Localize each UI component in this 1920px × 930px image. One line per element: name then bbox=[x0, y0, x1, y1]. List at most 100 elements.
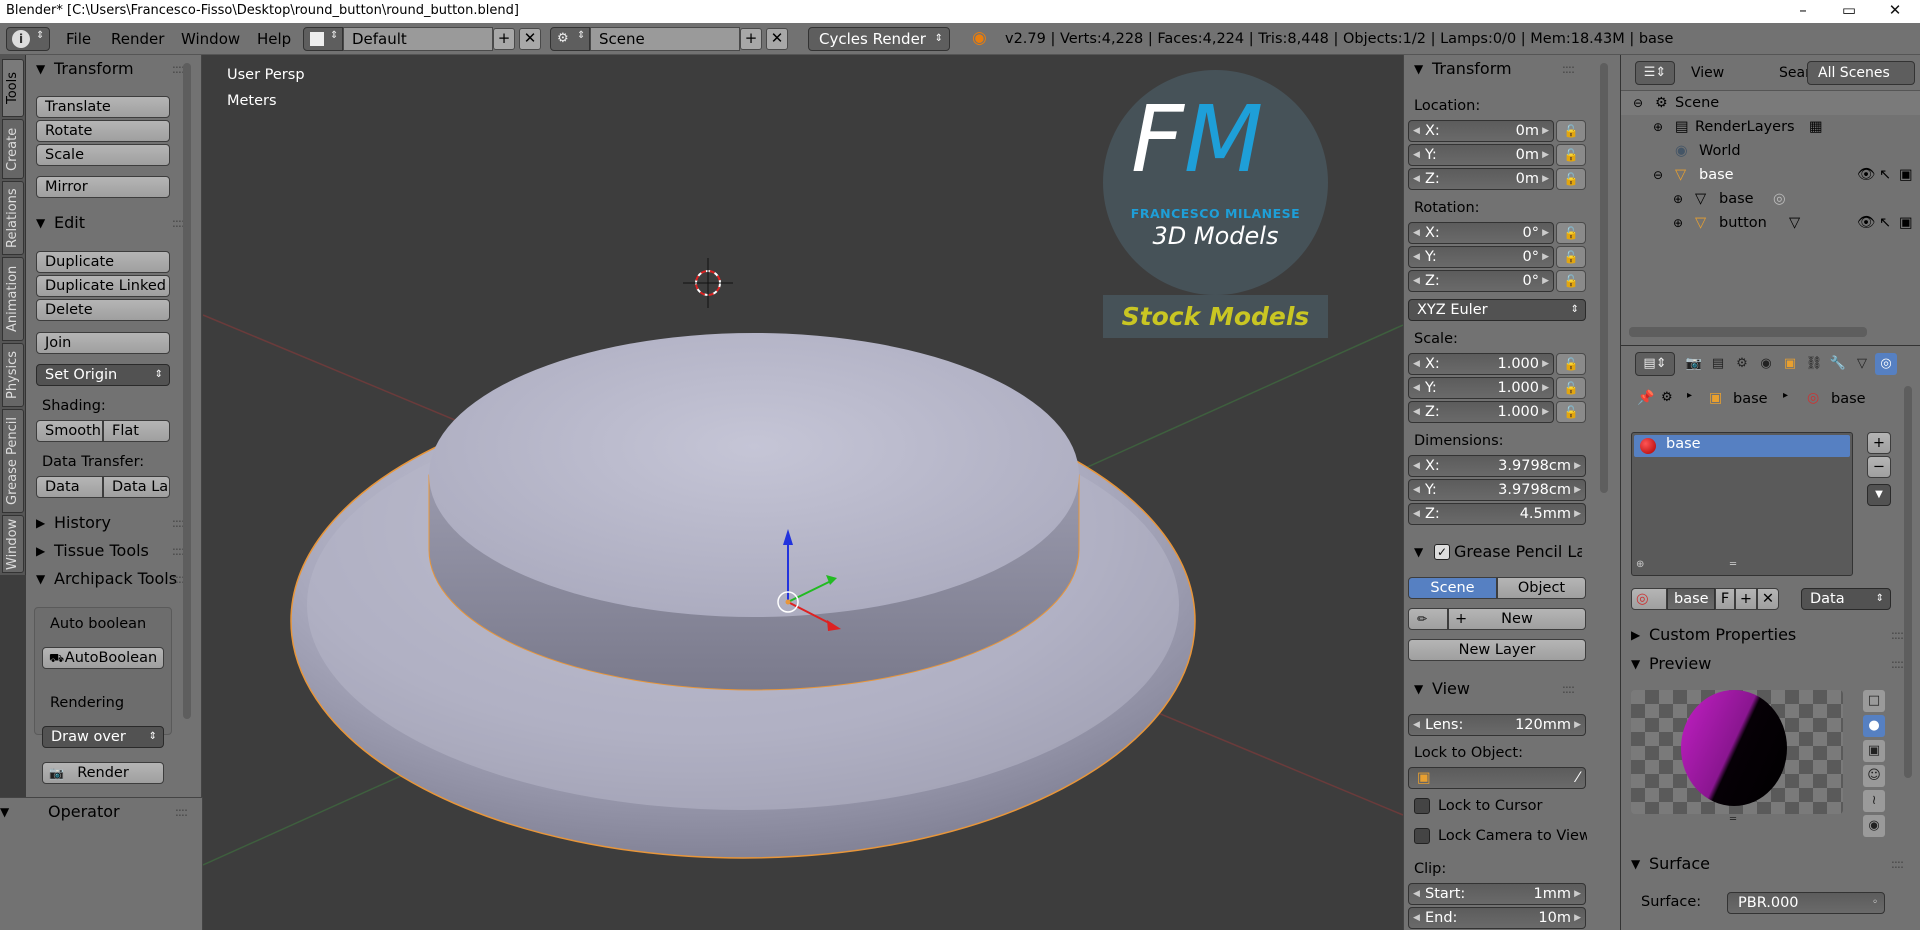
outliner-row-renderlayers[interactable]: ⊕ ▤ RenderLayers ▦ bbox=[1621, 115, 1920, 139]
lock-icon[interactable]: 🔓 bbox=[1556, 270, 1586, 292]
scene-tab-icon[interactable]: ⚙ bbox=[1731, 353, 1753, 375]
grease-pencil-checkbox[interactable]: ✓ bbox=[1434, 544, 1450, 560]
layout-browse-button[interactable]: ⇕ bbox=[303, 27, 343, 51]
transform-panel-header[interactable]: ▼ Transform:::: bbox=[26, 57, 192, 81]
render-camera-icon[interactable]: ▣ bbox=[1899, 163, 1913, 187]
outliner-row-scene[interactable]: ⊖ ⚙ Scene bbox=[1621, 91, 1920, 115]
preview-resize-grip-icon[interactable]: ═ bbox=[1713, 814, 1753, 825]
eye-icon[interactable]: 👁 bbox=[1857, 163, 1875, 187]
maximize-button[interactable]: ▭ bbox=[1826, 0, 1872, 23]
tab-grease-pencil[interactable]: Grease Pencil bbox=[2, 409, 24, 513]
drag-grip-icon[interactable]: :::: bbox=[1562, 57, 1575, 81]
smooth-button[interactable]: Smooth bbox=[36, 420, 103, 442]
scale-x-field[interactable]: ◀ X: 1.000 ▶ bbox=[1408, 353, 1554, 375]
material-tab-icon[interactable]: ◎ bbox=[1875, 353, 1897, 375]
hair-preview-icon[interactable]: ≀ bbox=[1863, 790, 1885, 812]
drag-grip-icon[interactable]: :::: bbox=[1891, 852, 1904, 876]
props-scrollbar[interactable] bbox=[1904, 386, 1912, 778]
rotation-x-field[interactable]: ◀ X: 0° ▶ bbox=[1408, 222, 1554, 244]
material-slot-list[interactable]: base ⊕ ═ bbox=[1631, 432, 1853, 576]
scale-z-field[interactable]: ◀ Z: 1.000 ▶ bbox=[1408, 401, 1554, 423]
fake-user-button[interactable]: F bbox=[1715, 588, 1735, 610]
rotation-z-field[interactable]: ◀ Z: 0° ▶ bbox=[1408, 270, 1554, 292]
archipack-panel-header[interactable]: ▼ Archipack Tools:::: bbox=[26, 567, 192, 591]
draw-over-dropdown[interactable]: Draw over ⇕ bbox=[42, 726, 164, 748]
eyedropper-icon[interactable]: ⁄ bbox=[1577, 768, 1579, 788]
link-dropdown[interactable]: Data ⇕ bbox=[1801, 588, 1891, 610]
render-camera-icon[interactable]: ▣ bbox=[1899, 211, 1913, 235]
flat-preview-icon[interactable]: □ bbox=[1863, 690, 1885, 712]
minimize-button[interactable]: – bbox=[1780, 0, 1826, 23]
collapse-icon[interactable]: ⊖ bbox=[1653, 163, 1663, 187]
eye-icon[interactable]: 👁 bbox=[1857, 211, 1875, 235]
node-link-icon[interactable]: ◦ bbox=[1872, 893, 1878, 913]
grease-pencil-header[interactable]: ▼ ✓Grease Pencil Layer bbox=[1404, 540, 1582, 564]
scene-name-field[interactable]: Scene bbox=[590, 27, 740, 51]
mirror-button[interactable]: Mirror bbox=[36, 176, 170, 198]
modifiers-tab-icon[interactable]: 🔧 bbox=[1827, 353, 1849, 375]
drag-grip-icon[interactable]: :::: bbox=[175, 800, 188, 824]
gp-scene-toggle[interactable]: Scene bbox=[1408, 577, 1497, 599]
delete-button[interactable]: Delete bbox=[36, 299, 170, 321]
new-material-button[interactable]: + bbox=[1735, 588, 1757, 610]
button-mesh-top[interactable] bbox=[429, 333, 1079, 617]
rotate-button[interactable]: Rotate bbox=[36, 120, 170, 142]
layout-name-field[interactable]: Default bbox=[343, 27, 493, 51]
3d-viewport[interactable]: User Persp Meters FM FM FRANCESCO MILANE… bbox=[203, 55, 1403, 930]
lock-icon[interactable]: 🔓 bbox=[1556, 222, 1586, 244]
render-tab-icon[interactable]: 📷 bbox=[1683, 353, 1705, 375]
duplicate-linked-button[interactable]: Duplicate Linked bbox=[36, 275, 170, 297]
data-button[interactable]: Data bbox=[36, 476, 103, 498]
drag-grip-icon[interactable]: :::: bbox=[1891, 623, 1904, 647]
scene-browse-button[interactable]: ⚙ ⇕ bbox=[550, 27, 590, 51]
lock-camera-checkbox[interactable] bbox=[1414, 828, 1430, 844]
tab-physics[interactable]: Physics bbox=[2, 343, 24, 407]
gp-object-toggle[interactable]: Object bbox=[1497, 577, 1586, 599]
lock-icon[interactable]: 🔓 bbox=[1556, 246, 1586, 268]
clip-end-field[interactable]: ◀ End: 10m ▶ bbox=[1408, 907, 1586, 929]
tab-window[interactable]: Window bbox=[2, 515, 24, 573]
data-tab-icon[interactable]: ▽ bbox=[1851, 353, 1873, 375]
history-panel-header[interactable]: ▶ History:::: bbox=[26, 511, 192, 535]
pin-icon[interactable]: 📌 bbox=[1637, 390, 1654, 406]
cursor-select-icon[interactable]: ↖ bbox=[1879, 211, 1891, 235]
menu-file[interactable]: File bbox=[66, 23, 91, 55]
lock-icon[interactable]: 🔓 bbox=[1556, 120, 1586, 142]
surface-shader-field[interactable]: PBR.000 ◦ bbox=[1727, 892, 1885, 914]
preview-header[interactable]: ▼ Preview:::: bbox=[1621, 652, 1911, 676]
tab-relations[interactable]: Relations bbox=[2, 181, 24, 255]
n-panel-scrollbar[interactable] bbox=[1600, 63, 1608, 493]
cursor-select-icon[interactable]: ↖ bbox=[1879, 163, 1891, 187]
menu-window[interactable]: Window bbox=[181, 23, 240, 55]
gp-new-layer-button[interactable]: New Layer bbox=[1408, 639, 1586, 661]
add-slot-button[interactable]: + bbox=[1867, 432, 1891, 454]
duplicate-button[interactable]: Duplicate bbox=[36, 251, 170, 273]
dimension-z-field[interactable]: ◀ Z: 4.5mm ▶ bbox=[1408, 503, 1586, 525]
add-layout-icon[interactable]: + bbox=[493, 28, 515, 50]
translate-button[interactable]: Translate bbox=[36, 96, 170, 118]
tab-tools[interactable]: Tools bbox=[2, 59, 24, 117]
rotation-mode-dropdown[interactable]: XYZ Euler ⇕ bbox=[1408, 299, 1586, 321]
autoboolean-button[interactable]: ⛟ AutoBoolean bbox=[42, 647, 164, 669]
world-preview-icon[interactable]: ◉ bbox=[1863, 815, 1885, 837]
clip-start-field[interactable]: ◀ Start: 1mm ▶ bbox=[1408, 883, 1586, 905]
tab-animation[interactable]: Animation bbox=[2, 257, 24, 341]
menu-render[interactable]: Render bbox=[111, 23, 164, 55]
tissue-panel-header[interactable]: ▶ Tissue Tools:::: bbox=[26, 539, 192, 563]
lock-icon[interactable]: 🔓 bbox=[1556, 144, 1586, 166]
location-x-field[interactable]: ◀ X: 0m ▶ bbox=[1408, 120, 1554, 142]
lock-cursor-checkbox[interactable] bbox=[1414, 798, 1430, 814]
scale-y-field[interactable]: ◀ Y: 1.000 ▶ bbox=[1408, 377, 1554, 399]
drag-grip-icon[interactable]: :::: bbox=[1562, 677, 1575, 701]
sphere-preview-icon[interactable]: ● bbox=[1863, 715, 1885, 737]
breadcrumb-material[interactable]: base bbox=[1831, 391, 1866, 407]
lock-icon[interactable]: 🔓 bbox=[1556, 353, 1586, 375]
material-name-field[interactable]: base bbox=[1667, 588, 1715, 610]
expand-icon[interactable]: ⊕ bbox=[1653, 115, 1663, 139]
dimension-x-field[interactable]: ◀ X: 3.9798cm ▶ bbox=[1408, 455, 1586, 477]
editor-type-button[interactable]: i ⇕ bbox=[6, 27, 50, 51]
drag-grip-icon[interactable]: :::: bbox=[1891, 652, 1904, 676]
n-transform-header[interactable]: ▼ Transform:::: bbox=[1404, 57, 1582, 81]
render-button[interactable]: 📷 Render bbox=[42, 762, 164, 784]
collapse-icon[interactable]: ⊖ bbox=[1633, 91, 1643, 115]
